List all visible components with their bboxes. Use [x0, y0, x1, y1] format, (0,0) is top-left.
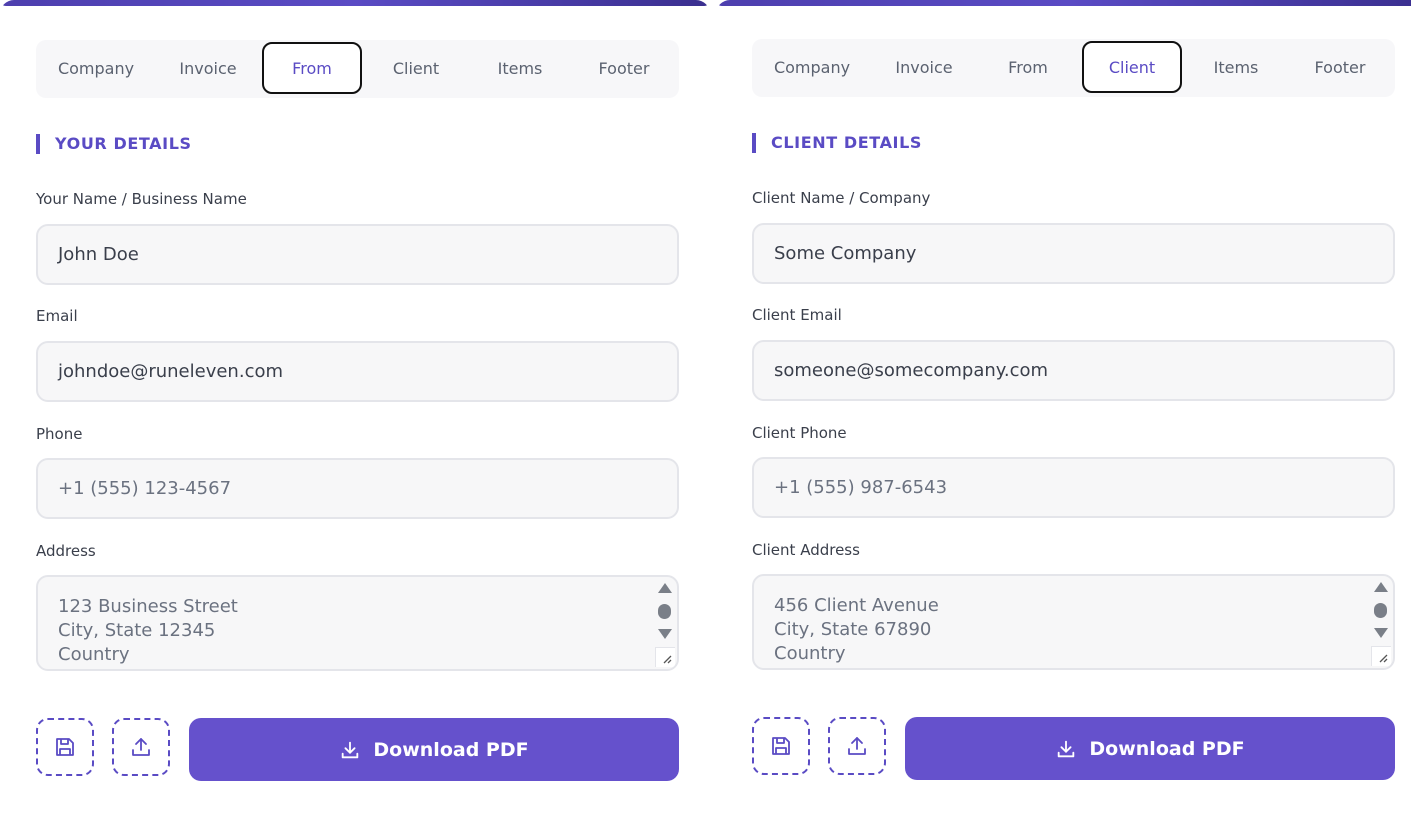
name-field[interactable]: John Doe: [36, 224, 679, 285]
download-pdf-label: Download PDF: [373, 738, 529, 761]
save-icon: [56, 738, 74, 756]
upload-icon: [132, 738, 150, 756]
upload-icon: [848, 737, 866, 755]
tab-company[interactable]: Company: [762, 41, 862, 93]
section-title: YOUR DETAILS: [36, 134, 192, 154]
tab-client[interactable]: Client: [1082, 41, 1182, 93]
resize-handle-icon[interactable]: [1371, 646, 1391, 666]
address-line: Country: [58, 644, 130, 665]
address-line: City, State 12345: [58, 620, 216, 641]
name-label: Your Name / Business Name: [36, 190, 247, 208]
tab-company[interactable]: Company: [46, 42, 146, 94]
phone-field[interactable]: +1 (555) 123-4567: [36, 458, 679, 519]
client-email-label: Client Email: [752, 306, 842, 324]
save-icon: [772, 737, 790, 755]
download-pdf-label: Download PDF: [1089, 737, 1245, 760]
save-button[interactable]: [752, 717, 810, 775]
invoice-form-panel-from: Company Invoice From Client Items Footer…: [0, 0, 710, 816]
tab-invoice[interactable]: Invoice: [158, 42, 258, 94]
tab-invoice[interactable]: Invoice: [874, 41, 974, 93]
address-line: City, State 67890: [774, 619, 932, 640]
client-phone-label: Client Phone: [752, 424, 847, 442]
client-phone-field[interactable]: +1 (555) 987-6543: [752, 457, 1395, 518]
address-label: Address: [36, 542, 96, 560]
textarea-scrollbar[interactable]: [657, 583, 673, 643]
client-name-field[interactable]: Some Company: [752, 223, 1395, 284]
scroll-up-arrow-icon[interactable]: [1374, 582, 1388, 592]
tab-client[interactable]: Client: [366, 42, 466, 94]
address-textarea[interactable]: 123 Business Street City, State 12345 Co…: [36, 575, 679, 671]
download-pdf-button[interactable]: Download PDF: [905, 717, 1395, 780]
phone-label: Phone: [36, 425, 83, 443]
tab-from[interactable]: From: [978, 41, 1078, 93]
download-pdf-button[interactable]: Download PDF: [189, 718, 679, 781]
download-icon: [1058, 740, 1075, 757]
download-icon: [342, 741, 359, 758]
tab-items[interactable]: Items: [1186, 41, 1286, 93]
panel-top-accent-bar: [0, 0, 710, 6]
section-tabs: Company Invoice From Client Items Footer: [752, 39, 1395, 97]
scroll-down-arrow-icon[interactable]: [1374, 628, 1388, 638]
upload-button[interactable]: [112, 718, 170, 776]
client-name-label: Client Name / Company: [752, 189, 931, 207]
scroll-down-arrow-icon[interactable]: [658, 629, 672, 639]
tab-from[interactable]: From: [262, 42, 362, 94]
scroll-thumb[interactable]: [658, 604, 671, 619]
address-line: Country: [774, 643, 846, 664]
textarea-scrollbar[interactable]: [1373, 582, 1389, 642]
email-field[interactable]: johndoe@runeleven.com: [36, 341, 679, 402]
section-title: CLIENT DETAILS: [752, 133, 922, 153]
tab-items[interactable]: Items: [470, 42, 570, 94]
tab-footer[interactable]: Footer: [574, 42, 674, 94]
client-email-field[interactable]: someone@somecompany.com: [752, 340, 1395, 401]
save-button[interactable]: [36, 718, 94, 776]
email-label: Email: [36, 307, 78, 325]
scroll-up-arrow-icon[interactable]: [658, 583, 672, 593]
resize-handle-icon[interactable]: [655, 647, 675, 667]
address-line: 456 Client Avenue: [774, 595, 939, 616]
section-tabs: Company Invoice From Client Items Footer: [36, 40, 679, 98]
scroll-thumb[interactable]: [1374, 603, 1387, 618]
invoice-form-panel-client: Company Invoice From Client Items Footer…: [716, 0, 1411, 816]
address-line: 123 Business Street: [58, 596, 238, 617]
client-address-label: Client Address: [752, 541, 860, 559]
upload-button[interactable]: [828, 717, 886, 775]
tab-footer[interactable]: Footer: [1290, 41, 1390, 93]
client-address-textarea[interactable]: 456 Client Avenue City, State 67890 Coun…: [752, 574, 1395, 670]
panel-top-accent-bar: [716, 0, 1411, 6]
